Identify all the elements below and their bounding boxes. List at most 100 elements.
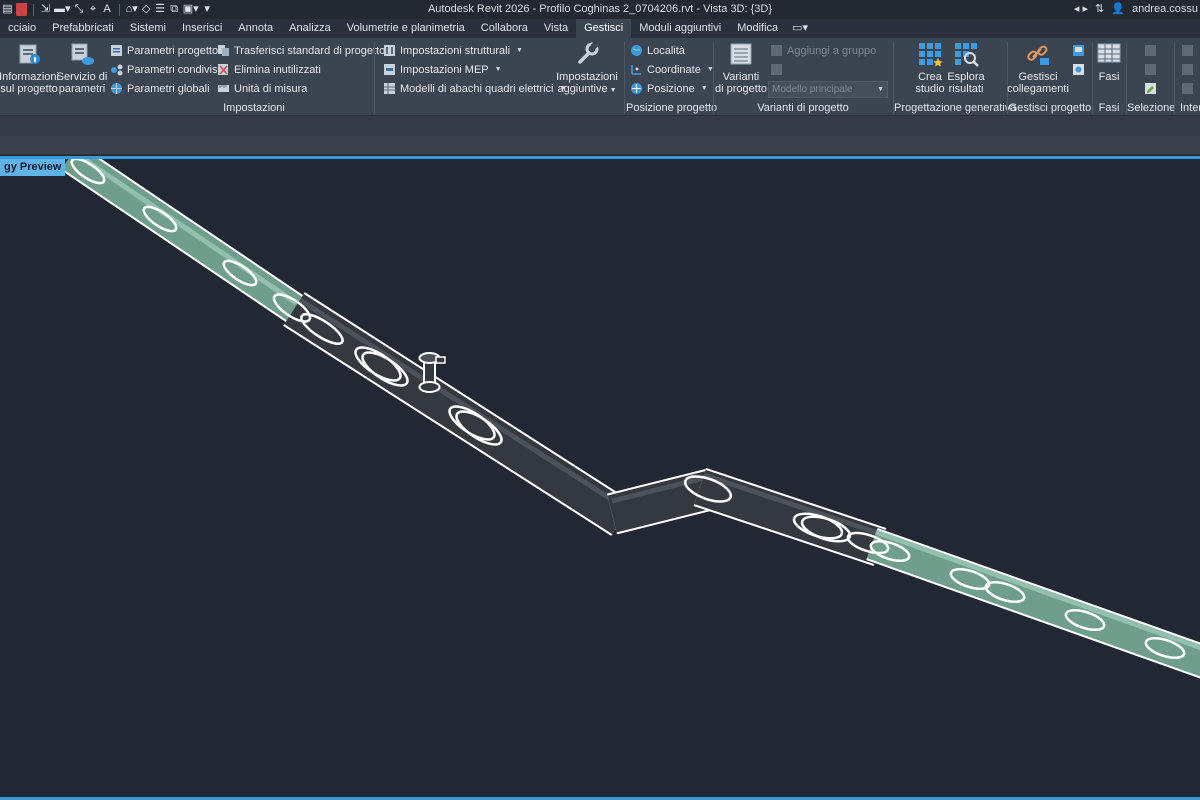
tag-icon[interactable]: ⌖ <box>88 3 99 16</box>
tab-gestisci[interactable]: Gestisci <box>576 19 632 38</box>
fasi-button[interactable]: Fasi <box>1096 41 1122 83</box>
panel-schedule-icon <box>383 82 396 95</box>
pipe-segment-green-lower[interactable] <box>866 527 1200 679</box>
section-icon[interactable]: ◇ <box>141 3 152 16</box>
text-icon[interactable]: A <box>102 3 113 16</box>
unita-misura-button[interactable]: Unità di misura <box>217 80 307 97</box>
wrench-icon <box>574 41 600 67</box>
impostazioni-strutturali-button[interactable]: Impostazioni strutturali ▼ <box>383 42 523 59</box>
load-selection-button[interactable] <box>1144 61 1157 78</box>
units-icon <box>217 82 230 95</box>
measure-icon[interactable]: ▬▾ <box>54 3 71 16</box>
pipe-segment-dark-main[interactable] <box>283 292 633 536</box>
warnings-icon <box>1181 82 1194 95</box>
parametri-progetto-button[interactable]: Parametri progetto <box>110 42 218 59</box>
parameter-service-icon <box>69 41 95 67</box>
images-icon <box>1072 44 1085 57</box>
informazioni-progetto-button[interactable]: Informazioni sul progetto <box>0 41 59 95</box>
crea-studio-button[interactable]: Crea studio <box>912 41 948 95</box>
save-icon[interactable] <box>16 3 27 16</box>
panel-gestisci-progetto: Gestisci collegamenti Gestisci progetto <box>1007 38 1092 116</box>
esplora-risultati-button[interactable]: Esplora risultati <box>946 41 986 95</box>
transfer-standards-icon <box>217 44 230 57</box>
inquiry-button-3[interactable] <box>1181 80 1194 97</box>
pick-to-edit-button[interactable] <box>770 61 783 78</box>
panel-impostazioni: Informazioni sul progetto Servizio di pa… <box>0 38 622 116</box>
load-selection-icon <box>1144 63 1157 76</box>
chevron-down-icon: ▼ <box>494 66 502 73</box>
tab-extra-menu[interactable]: ▭▾ <box>786 19 814 38</box>
save-selection-button[interactable] <box>1144 42 1157 59</box>
switch-windows-icon[interactable]: ▣▾ <box>183 3 199 16</box>
tab-prefabbricati[interactable]: Prefabbricati <box>44 19 122 38</box>
servizio-parametri-button[interactable]: Servizio di parametri <box>57 41 107 95</box>
revit-window: ▤ ⇲ ▬▾ ⤡ ⌖ A ⌂▾ ◇ ☰ ⧉ ▣▾ ▾ Autodesk Revi… <box>0 0 1200 800</box>
sync-icon[interactable]: ⇲ <box>40 3 51 16</box>
inquiry-button-1[interactable] <box>1181 42 1194 59</box>
impostazioni-mep-button[interactable]: Impostazioni MEP ▼ <box>383 61 502 78</box>
mep-settings-icon <box>383 63 396 76</box>
default-3d-view-icon[interactable]: ⌂▾ <box>126 3 138 16</box>
panel-label-impostazioni: Impostazioni <box>223 102 285 114</box>
decal-types-button[interactable] <box>1072 61 1085 78</box>
panel-label-varianti: Varianti di progetto <box>757 102 849 114</box>
tab-moduli-aggiuntivi[interactable]: Moduli aggiuntivi <box>631 19 729 38</box>
parametri-globali-button[interactable]: Parametri globali <box>110 80 210 97</box>
project-info-icon <box>16 41 42 67</box>
customize-toolbar-icon[interactable]: ▾ <box>202 3 213 16</box>
posizione-button[interactable]: Posizione ▼ <box>630 80 708 97</box>
title-bar: ▤ ⇲ ▬▾ ⤡ ⌖ A ⌂▾ ◇ ☰ ⧉ ▣▾ ▾ Autodesk Revi… <box>0 0 1200 19</box>
tab-acciaio[interactable]: cciaio <box>0 19 44 38</box>
coordinate-button[interactable]: Coordinate ▼ <box>630 61 714 78</box>
modelli-abachi-button[interactable]: Modelli di abachi quadri elettrici ▼ <box>383 80 566 97</box>
thin-lines-icon[interactable]: ☰ <box>155 3 166 16</box>
trasferisci-standard-button[interactable]: Trasferisci standard di progetto <box>217 42 385 59</box>
chevron-down-icon: ▼ <box>700 85 708 92</box>
share-icon[interactable]: ⇅ <box>1095 2 1104 15</box>
panel-progettazione-generativa: Crea studio Esplora risultati Progettazi… <box>894 38 1017 116</box>
panel-label-fasi: Fasi <box>1098 102 1120 114</box>
modello-principale-dropdown[interactable]: Modello principale ▼ <box>768 81 888 98</box>
panel-label-selezione: Selezione <box>1127 102 1176 114</box>
gestisci-collegamenti-button[interactable]: Gestisci collegamenti <box>1007 41 1069 95</box>
user-icon[interactable]: 👤 <box>1111 2 1125 15</box>
design-options-icon <box>728 41 754 67</box>
manage-images-button[interactable] <box>1072 42 1085 59</box>
tab-annota[interactable]: Annota <box>230 19 281 38</box>
user-area: ◂ ▸ ⇅ 👤 andrea.cossu <box>1074 2 1198 16</box>
panel-label-posizione: Posizione progetto <box>626 102 718 114</box>
user-name[interactable]: andrea.cossu <box>1132 3 1198 15</box>
tab-vista[interactable]: Vista <box>536 19 576 38</box>
edit-selection-icon <box>1144 82 1157 95</box>
tab-modifica[interactable]: Modifica <box>729 19 786 38</box>
explore-outcomes-icon <box>953 41 979 67</box>
elimina-inutilizzati-button[interactable]: Elimina inutilizzati <box>217 61 321 78</box>
view-title-tag[interactable]: gy Preview <box>0 159 66 176</box>
panel-posizione-progetto: Località Coordinate ▼ Posizione ▼ Posizi… <box>626 38 718 116</box>
inquiry-button-2[interactable] <box>1181 61 1194 78</box>
tab-sistemi[interactable]: Sistemi <box>122 19 174 38</box>
edit-selection-button[interactable] <box>1144 80 1157 97</box>
3d-viewport[interactable]: gy Preview <box>0 156 1200 800</box>
ribbon-panel-area: Informazioni sul progetto Servizio di pa… <box>0 38 1200 116</box>
pipe-segment-dark-right[interactable] <box>693 468 887 566</box>
varianti-progetto-button[interactable]: Varianti di progetto <box>715 41 767 95</box>
aligned-dimension-icon[interactable]: ⤡ <box>74 3 85 16</box>
options-bar <box>0 116 1200 136</box>
tab-volumetrie[interactable]: Volumetrie e planimetria <box>339 19 473 38</box>
localita-button[interactable]: Località <box>630 42 685 59</box>
impostazioni-aggiuntive-button[interactable]: Impostazioni aggiuntive ▼ <box>556 41 618 97</box>
close-hidden-windows-icon[interactable]: ⧉ <box>169 3 180 16</box>
nav-arrows-icon[interactable]: ◂ ▸ <box>1074 2 1088 15</box>
tab-inserisci[interactable]: Inserisci <box>174 19 230 38</box>
tab-collabora[interactable]: Collabora <box>473 19 536 38</box>
panel-label-generativa: Progettazione generativa <box>894 102 1017 114</box>
panel-fasi: Fasi Fasi <box>1093 38 1125 116</box>
parametri-condivisi-button[interactable]: Parametri condivisi <box>110 61 220 78</box>
display-icon: ▭▾ <box>792 22 809 34</box>
open-icon[interactable]: ▤ <box>2 3 13 16</box>
aggiungi-gruppo-button[interactable]: Aggiungi a gruppo <box>770 42 876 59</box>
panel-label-gestisci: Gestisci progetto <box>1008 102 1092 114</box>
tab-analizza[interactable]: Analizza <box>281 19 339 38</box>
pipeline-3d-model[interactable] <box>0 159 1200 800</box>
